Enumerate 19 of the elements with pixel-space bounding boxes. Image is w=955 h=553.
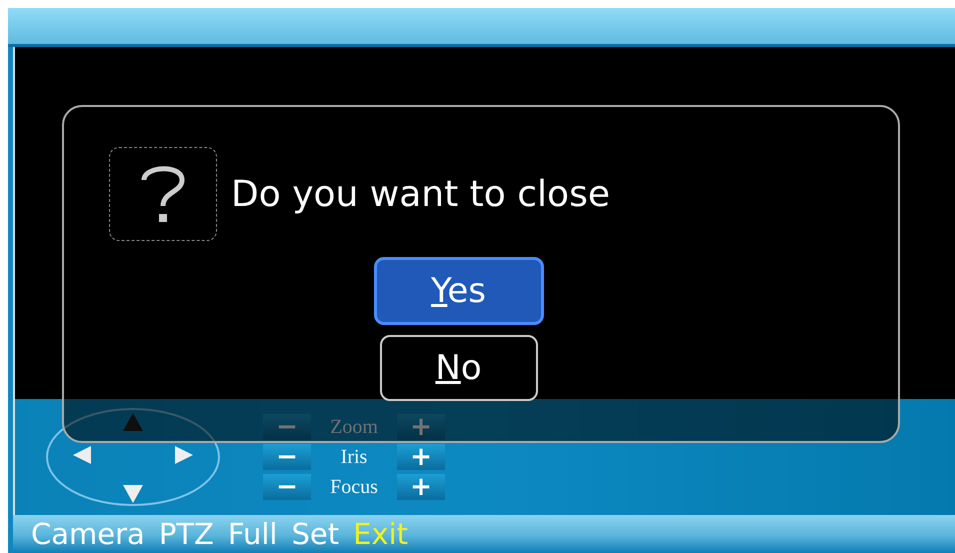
dialog-button[interactable]: No — [380, 335, 538, 401]
plus-button[interactable]: + — [397, 444, 445, 470]
ptz-label: Iris — [340, 446, 368, 468]
direction-pad-icon[interactable] — [43, 405, 223, 509]
menu-item[interactable]: Full — [228, 517, 278, 551]
minus-button[interactable]: − — [263, 414, 311, 440]
menu-item[interactable]: PTZ — [158, 517, 214, 551]
ptz-label: Zoom — [329, 416, 379, 438]
menu-item[interactable]: Set — [291, 517, 340, 551]
minus-button[interactable]: − — [263, 474, 311, 500]
minus-button[interactable]: − — [263, 444, 311, 470]
menu-item[interactable]: Camera — [31, 517, 145, 551]
plus-button[interactable]: + — [397, 414, 445, 440]
dialog-message: Do you want to close — [231, 174, 610, 214]
plus-button[interactable]: + — [397, 474, 445, 500]
dialog-button[interactable]: Yes — [374, 257, 544, 325]
menu-item[interactable]: Exit — [353, 517, 408, 551]
ptz-label: Focus — [329, 476, 379, 498]
question-icon — [109, 147, 217, 241]
